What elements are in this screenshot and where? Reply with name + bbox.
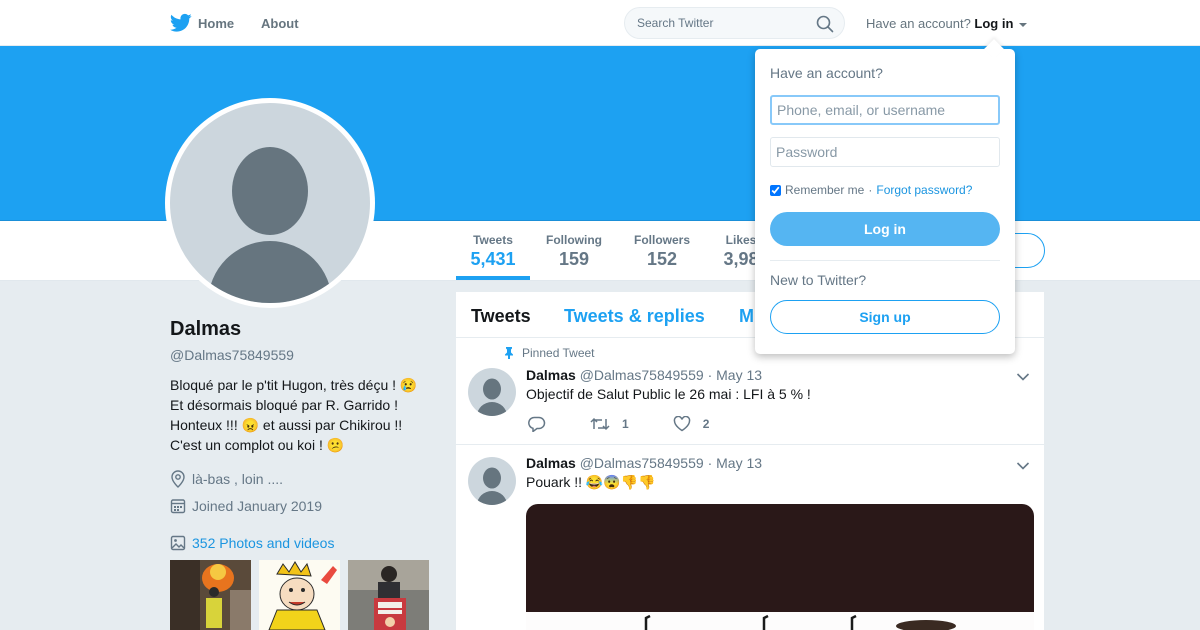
calendar-icon (170, 499, 186, 514)
tweet-author-handle[interactable]: @Dalmas75849559 (580, 367, 704, 383)
reply-button[interactable] (528, 416, 546, 432)
media-image-area (526, 612, 1034, 630)
location-text: là-bas , loin .... (192, 471, 284, 487)
search-input[interactable]: Search Twitter (624, 7, 845, 39)
photos-videos-link[interactable]: 352 Photos and videos (170, 535, 334, 551)
tweet-avatar[interactable] (468, 457, 516, 505)
like-button[interactable]: 2 (673, 416, 710, 432)
login-dropdown: Have an account? Remember me · Forgot pa… (755, 39, 1015, 354)
bio-line: C'est un complot ou koi ! 😕 (170, 437, 345, 453)
tab-media[interactable]: M (739, 306, 754, 327)
nav-about[interactable]: About (261, 16, 299, 31)
nav-home-label: Home (198, 15, 235, 31)
pinned-indicator: Pinned Tweet (504, 346, 595, 360)
photo-thumbnail[interactable] (348, 560, 429, 630)
top-nav: Home About Search Twitter Have an accoun… (0, 0, 1200, 46)
forgot-password-link[interactable]: Forgot password? (876, 183, 972, 197)
stat-value: 5,431 (470, 249, 516, 269)
tweet-avatar[interactable] (468, 368, 516, 416)
tweet-date[interactable]: · May 13 (708, 455, 762, 471)
joined-text: Joined January 2019 (192, 498, 322, 514)
profile-joined: Joined January 2019 (170, 498, 322, 514)
chevron-down-icon[interactable] (1016, 458, 1030, 476)
stat-label: Followers (633, 233, 690, 247)
photo-thumbnail[interactable] (170, 560, 251, 630)
new-to-twitter-label: New to Twitter? (770, 272, 867, 288)
tweet-text: Pouark !! 😂😨👎👎 (526, 474, 656, 490)
tweet-header: Dalmas @Dalmas75849559 · May 13 (526, 367, 762, 383)
profile-name[interactable]: Dalmas (170, 318, 241, 341)
dropdown-divider (770, 260, 1000, 261)
profile-location: là-bas , loin .... (170, 470, 283, 488)
reply-icon (528, 416, 546, 432)
tweet-text: Objectif de Salut Public le 26 mai : LFI… (526, 386, 811, 402)
chevron-down-icon[interactable] (1016, 369, 1030, 387)
tweet-media[interactable] (526, 504, 1034, 630)
bio-line: Honteux !!! 😠 et aussi par Chikirou !! (170, 417, 403, 433)
username-field[interactable] (770, 95, 1000, 125)
retweet-count: 1 (622, 417, 629, 431)
stat-label: Tweets (473, 233, 513, 247)
stat-label: Following (546, 233, 602, 247)
like-count: 2 (702, 417, 710, 431)
tweet-author-name[interactable]: Dalmas (526, 367, 576, 383)
twitter-bird-icon (170, 13, 192, 32)
have-account-label: Have an account? (866, 16, 971, 31)
default-avatar-icon (170, 103, 370, 303)
stat-following[interactable]: Following 159 (545, 233, 603, 270)
active-stat-underline (456, 276, 530, 280)
tab-tweets-replies[interactable]: Tweets & replies (564, 306, 705, 327)
like-icon (673, 416, 690, 432)
tweet-header: Dalmas @Dalmas75849559 · May 13 (526, 455, 762, 471)
stat-followers[interactable]: Followers 152 (633, 233, 691, 270)
stat-tweets[interactable]: Tweets 5,431 (470, 233, 516, 270)
bio-line: Et désormais bloqué par R. Garrido ! (170, 397, 398, 413)
retweet-button[interactable]: 1 (590, 417, 629, 431)
location-icon (171, 470, 185, 488)
tweet-author-name[interactable]: Dalmas (526, 455, 576, 471)
photo-icon (170, 535, 186, 551)
tweet-author-handle[interactable]: @Dalmas75849559 (580, 455, 704, 471)
signup-button[interactable]: Sign up (770, 300, 1000, 334)
stat-value: 159 (558, 249, 590, 269)
retweet-icon (590, 417, 610, 431)
dropdown-title: Have an account? (770, 65, 883, 81)
separator-dot: · (868, 183, 873, 197)
remember-me-checkbox[interactable] (770, 184, 781, 196)
search-placeholder: Search Twitter (637, 16, 714, 30)
photo-thumbnail[interactable] (259, 560, 340, 630)
photos-videos-label[interactable]: 352 Photos and videos (192, 535, 334, 551)
profile-bio: Bloqué par le p'tit Hugon, très déçu ! 😢… (170, 375, 440, 455)
pinned-label: Pinned Tweet (522, 346, 595, 360)
password-field[interactable] (770, 137, 1000, 167)
login-button[interactable]: Log in (770, 212, 1000, 246)
pin-icon (505, 347, 513, 359)
tweet-actions: 1 2 (528, 416, 753, 432)
remember-row: Remember me · Forgot password? (770, 183, 972, 197)
caret-down-icon (1019, 22, 1028, 27)
tab-tweets[interactable]: Tweets (471, 306, 531, 327)
tweet-item[interactable]: Pinned Tweet Dalmas @Dalmas75849559 · Ma… (456, 338, 1044, 445)
tweet-date[interactable]: · May 13 (708, 367, 762, 383)
stat-value: 152 (646, 249, 678, 269)
profile-handle[interactable]: @Dalmas75849559 (170, 347, 294, 363)
login-toggle[interactable]: Have an account? Log in (866, 16, 1028, 31)
bio-line: Bloqué par le p'tit Hugon, très déçu ! 😢 (170, 377, 418, 393)
remember-me-label[interactable]: Remember me (785, 183, 864, 197)
login-link[interactable]: Log in (974, 16, 1013, 31)
profile-avatar[interactable] (165, 98, 375, 308)
search-icon[interactable] (816, 15, 834, 33)
nav-home[interactable]: Home (170, 13, 234, 33)
